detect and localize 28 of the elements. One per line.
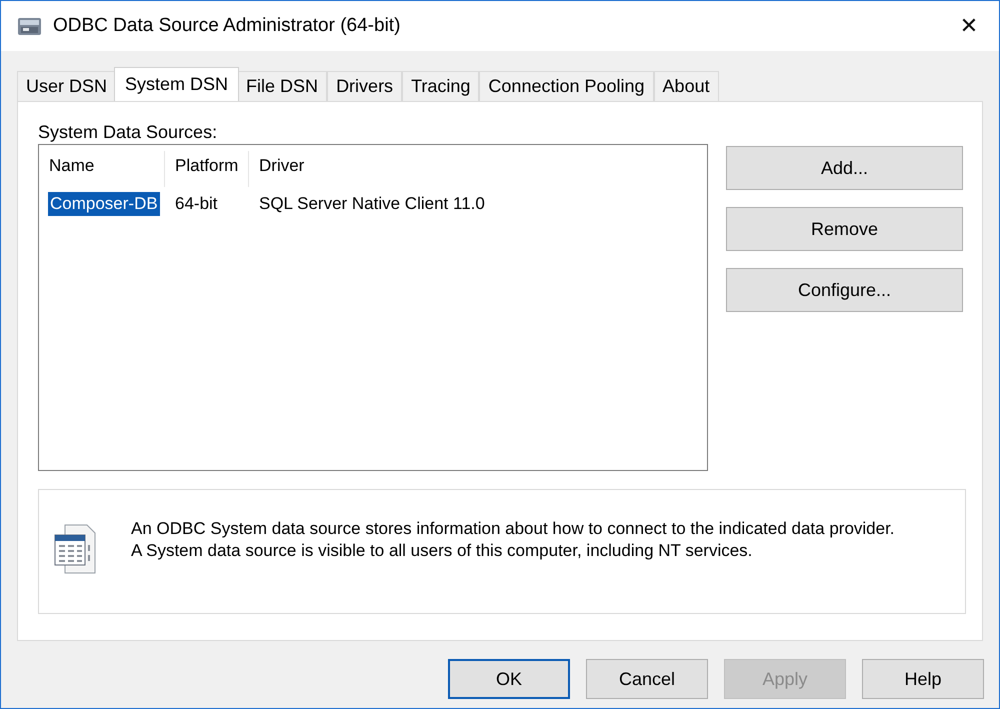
list-label: System Data Sources:	[38, 122, 218, 144]
column-header[interactable]: Driver	[249, 151, 304, 187]
window-title: ODBC Data Source Administrator (64-bit)	[53, 15, 402, 37]
tab[interactable]: File DSN	[237, 71, 328, 101]
app-icon	[17, 15, 43, 37]
column-header[interactable]: Name	[39, 151, 165, 187]
dialog-button[interactable]: Cancel	[586, 659, 708, 699]
data-source-name[interactable]: Composer-DB	[48, 192, 160, 216]
info-text: A System data source is visible to all users of this computer, including NT services.	[131, 540, 754, 562]
tab[interactable]: Tracing	[402, 71, 480, 101]
tab[interactable]: Drivers	[327, 71, 402, 101]
side-button[interactable]: Configure...	[726, 268, 963, 312]
table-cell-text: SQL Server Native Client 11.0	[258, 194, 485, 214]
dialog-button[interactable]: OK	[448, 659, 570, 699]
column-header[interactable]: Platform	[165, 151, 249, 187]
table-cell-text: 64-bit	[174, 194, 219, 214]
tab[interactable]: System DSN	[114, 67, 240, 101]
tab[interactable]: About	[654, 71, 719, 101]
tab[interactable]: Connection Pooling	[479, 71, 654, 101]
data-source-list[interactable]: Name Platform Driver Composer-DB 64-bit SQL Server Native Client 11.0	[38, 144, 708, 471]
dialog-button: Apply	[724, 659, 846, 699]
close-button[interactable]: ✕	[939, 1, 999, 51]
side-button[interactable]: Add...	[726, 146, 963, 190]
dialog-button[interactable]: Help	[862, 659, 984, 699]
side-button[interactable]: Remove	[726, 207, 963, 251]
data-document-icon	[53, 523, 97, 575]
info-text: An ODBC System data source stores information about how to connect to the indicated data provider.	[131, 518, 895, 540]
tab[interactable]: User DSN	[17, 71, 116, 101]
